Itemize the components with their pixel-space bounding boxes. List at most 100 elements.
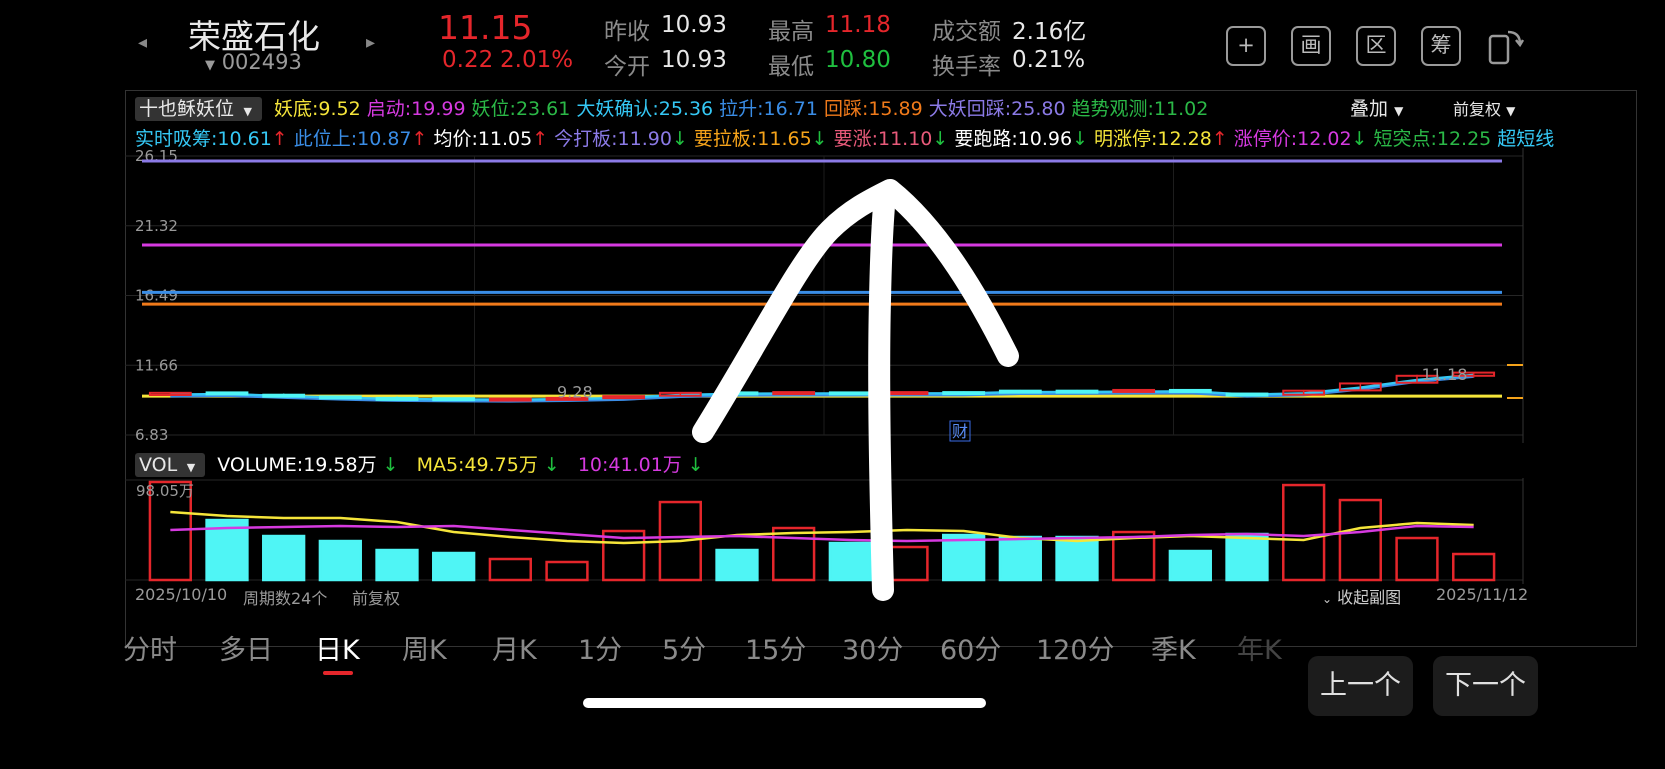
- arrow-up-icon: ↑: [411, 128, 428, 150]
- chevron-down-icon: ▼: [1394, 104, 1404, 118]
- tab-timeframe[interactable]: 多日: [219, 628, 273, 667]
- tab-timeframe[interactable]: 60分: [940, 628, 1001, 667]
- candle-body: [772, 391, 816, 396]
- prev-close-value: 10.93: [661, 12, 727, 38]
- volume-bar: [1055, 535, 1099, 582]
- volume-bar: [318, 539, 362, 582]
- stock-code-text: 002493: [221, 50, 302, 74]
- indicator-value-text: 要跑路:10.96: [954, 128, 1073, 150]
- tab-timeframe[interactable]: 季K: [1151, 628, 1196, 667]
- adjust-label: 前复权: [1453, 100, 1502, 119]
- tab-timeframe[interactable]: 月K: [492, 628, 537, 667]
- adjust-mode: 前复权: [352, 589, 401, 608]
- volume-bar: [545, 560, 589, 582]
- volume-bar: [715, 548, 759, 582]
- overlay-label: 叠加: [1350, 98, 1389, 120]
- indicator-dropdown[interactable]: 十也稣妖位 ▼: [135, 97, 262, 121]
- indicator-value-text: 要涨:11.10: [833, 128, 933, 150]
- indicator-value: 实时吸筹:10.61↑: [135, 128, 288, 150]
- indicator-value: 大妖确认:25.36: [576, 98, 714, 120]
- price-chart[interactable]: 26.1521.3216.4911.666.839.2811.18财: [125, 148, 1635, 443]
- arrow-down-icon: ↓: [543, 454, 560, 476]
- tab-timeframe[interactable]: 5分: [662, 628, 706, 667]
- overlay-dropdown[interactable]: 叠加 ▼: [1350, 94, 1403, 121]
- tab-timeframe[interactable]: 分时: [123, 628, 177, 667]
- turnover-amount-value: 2.16亿: [1012, 19, 1087, 45]
- candle-body: [488, 397, 532, 402]
- home-indicator[interactable]: [583, 698, 986, 708]
- collapse-subchart-button[interactable]: ⌄ 收起副图: [1322, 584, 1401, 608]
- tab-timeframe[interactable]: 15分: [745, 628, 806, 667]
- high-label: 最高: [768, 19, 814, 45]
- candle-body: [828, 391, 872, 396]
- arrow-down-icon: ↓: [1351, 128, 1368, 150]
- indicator-value-text: 涨停价:12.02: [1233, 128, 1352, 150]
- indicator-value: 均价:11.05↑: [433, 128, 548, 150]
- chevron-down-icon: ▼: [240, 105, 252, 118]
- candle-body: [432, 397, 476, 402]
- ma5-value: MA5:49.75万 ↓: [417, 454, 566, 476]
- adjust-dropdown[interactable]: 前复权 ▼: [1453, 96, 1515, 120]
- indicator-value: 妖位:23.61: [471, 98, 571, 120]
- indicator-value: 拉升:16.71: [719, 98, 818, 120]
- candle-body: [1225, 392, 1269, 397]
- volume-bar: [1395, 536, 1439, 582]
- tab-timeframe[interactable]: 120分: [1036, 628, 1115, 667]
- candle-body: [1112, 388, 1156, 393]
- range-button[interactable]: 区: [1356, 26, 1396, 66]
- volume-header: VOL ▼ VOLUME:19.58万 ↓ MA5:49.75万 ↓ 10:41.0…: [135, 450, 716, 477]
- next-stock-button[interactable]: 下一个: [1433, 656, 1538, 716]
- arrow-down-icon: ↓: [1072, 128, 1089, 150]
- volume-bar: [998, 535, 1042, 582]
- add-watchlist-button[interactable]: +: [1226, 26, 1266, 66]
- volume-bar: [1452, 552, 1496, 582]
- indicator-values-row1: 妖底:9.52 启动:19.99 妖位:23.61 大妖确认:25.36 拉升:16.7…: [274, 98, 1214, 120]
- indicator-value: 大妖回踩:25.80: [928, 98, 1066, 120]
- indicator-value: 今打板:11.90↓: [554, 128, 688, 150]
- volume-bar: [772, 526, 816, 582]
- ma10-value: 10:41.01万 ↓: [578, 454, 710, 476]
- volume-bar: [375, 548, 419, 582]
- chip-button[interactable]: 筹: [1421, 26, 1461, 66]
- draw-button[interactable]: 画: [1291, 26, 1331, 66]
- candle-body: [885, 391, 929, 396]
- prev-stock-button[interactable]: 上一个: [1308, 656, 1413, 716]
- indicator-values-row2: 实时吸筹:10.61↑ 此位上:10.87↑ 均价:11.05↑ 今打板:11.90↓…: [135, 128, 1560, 150]
- open-label: 今开: [604, 54, 650, 80]
- rotate-screen-icon[interactable]: [1488, 26, 1525, 66]
- tab-timeframe[interactable]: 年K: [1237, 628, 1282, 667]
- arrow-down-icon: ↓: [687, 454, 704, 476]
- tab-timeframe[interactable]: 周K: [402, 628, 447, 667]
- low-value: 10.80: [825, 47, 891, 73]
- indicator-value: 要涨:11.10↓: [834, 128, 949, 150]
- prev-stock-arrow[interactable]: ◂: [138, 32, 147, 53]
- candle-body: [1055, 389, 1099, 394]
- arrow-down-icon: ↓: [932, 128, 949, 150]
- stock-code[interactable]: ▼ 002493: [205, 50, 302, 74]
- indicator-value: 要跑路:10.96↓: [954, 128, 1088, 150]
- volume-chart[interactable]: [125, 478, 1635, 584]
- indicator-value: 回踩:15.89: [823, 98, 923, 120]
- volume-bar: [885, 545, 929, 582]
- volume-dropdown[interactable]: VOL ▼: [135, 453, 206, 477]
- plus-icon: +: [1237, 33, 1255, 57]
- tab-timeframe[interactable]: 30分: [842, 628, 903, 667]
- period-count: 周期数24个: [243, 589, 328, 608]
- indicator-value: 此位上:10.87↑: [294, 128, 428, 150]
- price-change: 0.22: [442, 47, 494, 73]
- current-price: 11.15: [438, 8, 533, 47]
- tab-timeframe[interactable]: 日K: [315, 628, 360, 667]
- chevron-down-icon: ▼: [1506, 104, 1516, 118]
- indicator-value: 短突点:12.25: [1373, 128, 1491, 150]
- volume-bar: [262, 534, 306, 582]
- turnover-amount-label: 成交额: [932, 19, 1001, 45]
- indicator-value: 趋势观测:11.02: [1071, 98, 1209, 120]
- volume-bar: [1282, 483, 1326, 582]
- next-stock-arrow[interactable]: ▸: [366, 32, 375, 53]
- candle-body: [375, 396, 419, 401]
- price-axis-label: 11.66: [135, 356, 178, 374]
- indicator-value-text: 均价:11.05: [433, 128, 533, 150]
- tab-timeframe[interactable]: 1分: [578, 628, 622, 667]
- candle-body: [205, 391, 249, 396]
- indicator-value: 要拉板:11.65↓: [694, 128, 828, 150]
